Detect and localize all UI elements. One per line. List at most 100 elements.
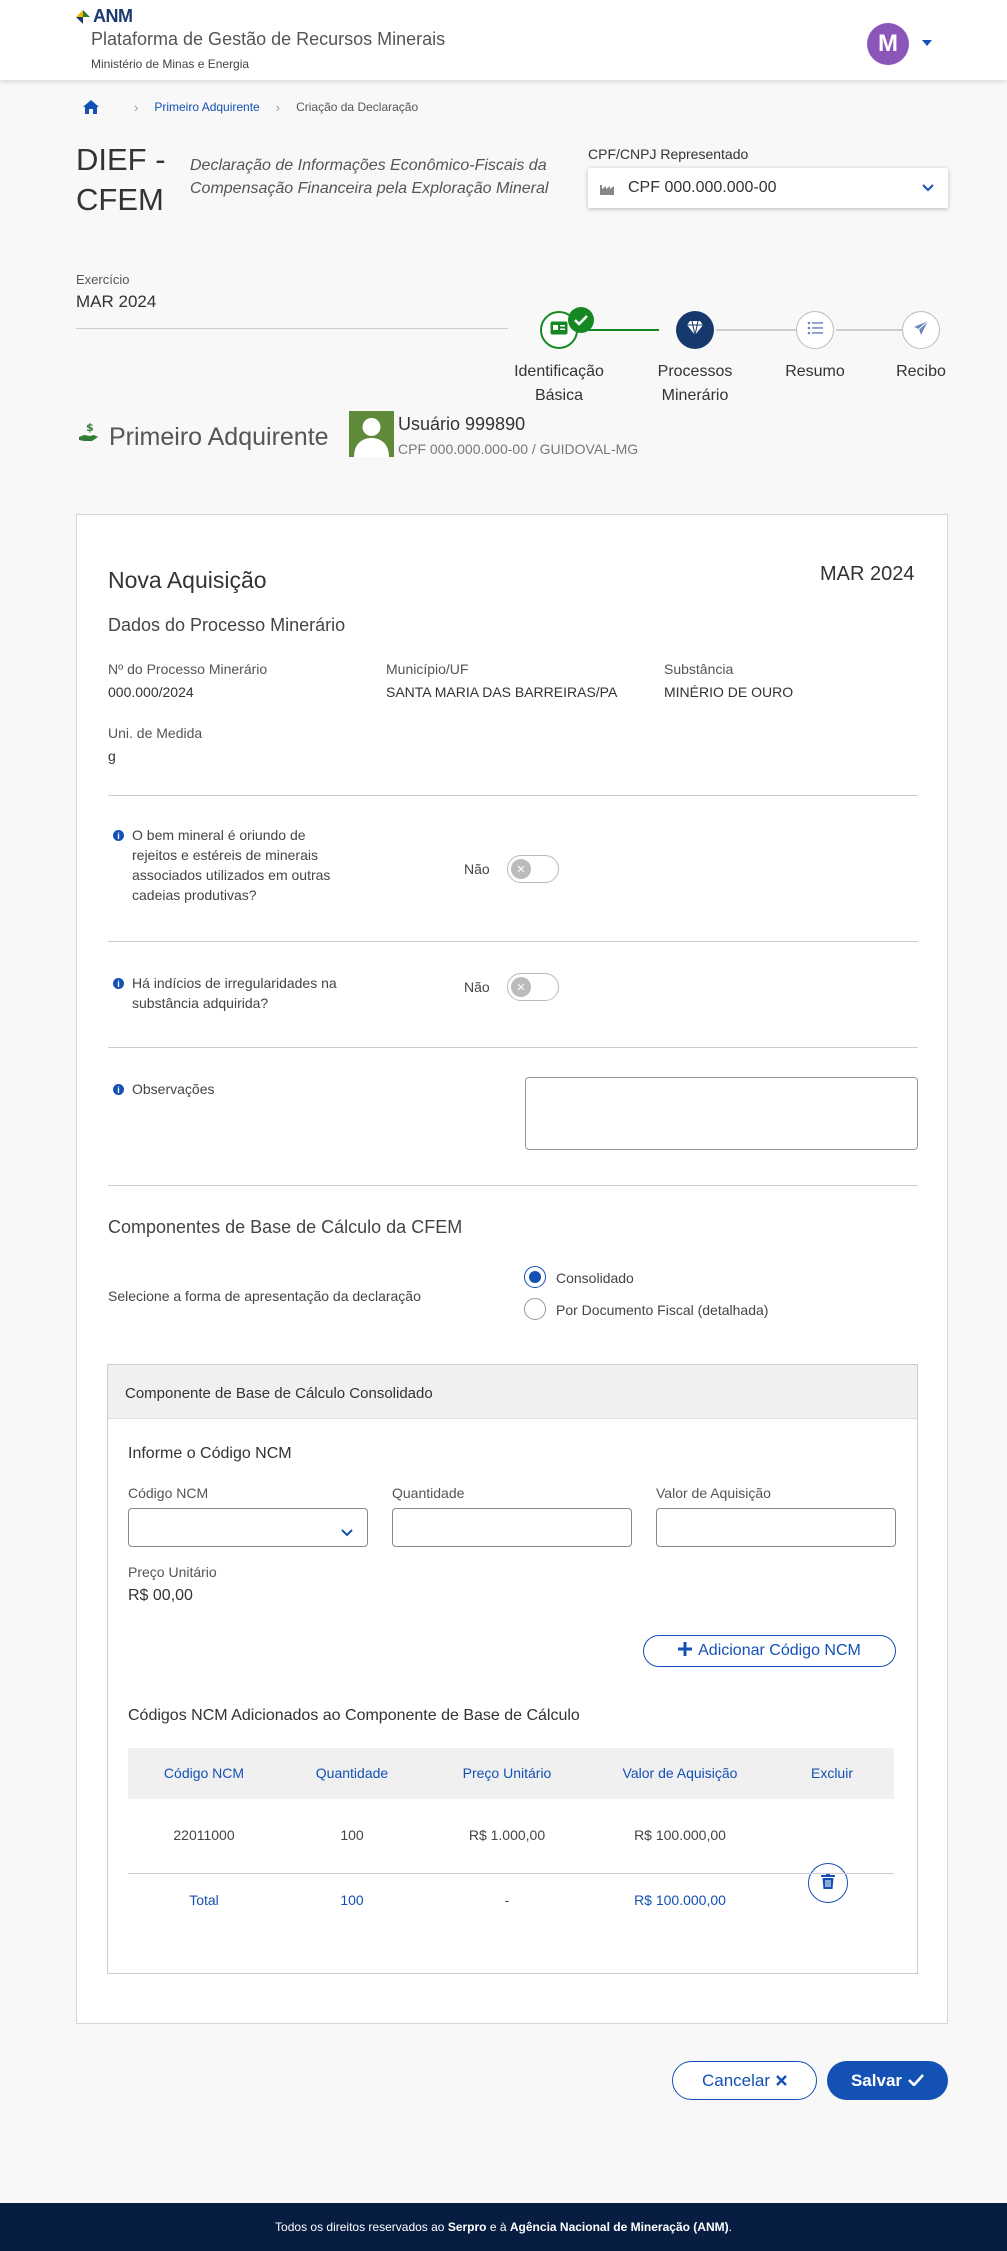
form-title: Nova Aquisição xyxy=(108,567,267,593)
cell-preco-unitario: R$ 1.000,00 xyxy=(468,1827,546,1843)
app-header: ANM Plataforma de Gestão de Recursos Min… xyxy=(0,0,1007,80)
info-icon: i xyxy=(113,830,124,841)
unidade-value: g xyxy=(108,748,116,764)
total-quantidade: 100 xyxy=(340,1892,364,1908)
step-resumo[interactable] xyxy=(796,311,834,349)
radio-documento-fiscal[interactable] xyxy=(524,1298,546,1320)
informe-title: Informe o Código NCM xyxy=(128,1445,292,1462)
step-processos[interactable] xyxy=(676,311,714,349)
breadcrumb-primeiro-adquirente[interactable]: Primeiro Adquirente xyxy=(154,100,259,114)
substancia-label: Substância xyxy=(664,661,734,677)
total-label: Total xyxy=(189,1892,219,1908)
info-icon: i xyxy=(113,978,124,989)
footer-prefix: Todos os direitos reservados ao xyxy=(275,2220,445,2234)
footer-serpro: Serpro xyxy=(447,2220,487,2234)
ncm-table-title: Códigos NCM Adicionados ao Componente de… xyxy=(128,1707,580,1724)
divider xyxy=(108,1185,918,1186)
unidade-label: Uni. de Medida xyxy=(108,725,203,741)
exercicio-value: MAR 2024 xyxy=(76,292,157,311)
page-footer: Todos os direitos reservados ao Serpro e… xyxy=(0,2203,1007,2251)
cell-valor-aquisicao: R$ 100.000,00 xyxy=(634,1827,726,1843)
question-rejeitos: O bem mineral é oriundo de rejeitos e est… xyxy=(132,827,331,903)
ncm-table-header: Código NCM Quantidade Preço Unitário Val… xyxy=(128,1748,894,1799)
hand-money-icon: $ xyxy=(78,421,100,445)
breadcrumb: › Primeiro Adquirente › Criação da Decla… xyxy=(82,99,418,115)
quantidade-label: Quantidade xyxy=(392,1485,465,1501)
step-connector xyxy=(836,329,902,331)
add-ncm-button[interactable]: Adicionar Código NCM xyxy=(643,1635,896,1667)
home-icon[interactable] xyxy=(82,99,100,115)
user-avatar xyxy=(349,411,394,457)
section-title: Dados do Processo Minerário xyxy=(108,615,346,635)
col-preco-unitario[interactable]: Preço Unitário xyxy=(424,1765,590,1781)
col-codigo-ncm[interactable]: Código NCM xyxy=(128,1765,280,1781)
col-valor-aquisicao[interactable]: Valor de Aquisição xyxy=(590,1765,770,1781)
step-label-recibo: Recibo xyxy=(896,363,946,380)
user-cpf: CPF 000.000.000-00 / GUIDOVAL-MG xyxy=(398,441,639,457)
close-icon xyxy=(776,2071,787,2091)
cpf-select-value: CPF 000.000.000-00 xyxy=(628,179,777,196)
step-recibo[interactable] xyxy=(902,311,940,349)
ministry-name: Ministério de Minas e Energia xyxy=(91,57,250,71)
radio-consolidado-label: Consolidado xyxy=(556,1270,634,1286)
radio-documento-fiscal-label: Por Documento Fiscal (detalhada) xyxy=(556,1302,769,1318)
save-button[interactable]: Salvar xyxy=(827,2061,948,2100)
step-connector xyxy=(716,329,796,331)
svg-text:$: $ xyxy=(86,421,94,434)
close-icon: ✕ xyxy=(511,977,531,997)
footer-middle: e à xyxy=(489,2220,507,2234)
observacoes-label: Observações xyxy=(132,1081,215,1097)
list-icon xyxy=(807,321,823,340)
close-icon: ✕ xyxy=(511,859,531,879)
valor-aquisicao-label: Valor de Aquisição xyxy=(656,1485,771,1501)
observacoes-textarea[interactable] xyxy=(525,1077,918,1150)
anm-logo-icon xyxy=(76,9,90,24)
codigo-ncm-select[interactable] xyxy=(128,1508,368,1547)
preco-unitario-value: R$ 00,00 xyxy=(128,1587,193,1604)
step-label-processos: Processos Minerário xyxy=(657,363,733,404)
avatar[interactable]: M xyxy=(867,23,909,65)
exercicio-label: Exercício xyxy=(76,272,130,287)
total-valor-aquisicao: R$ 100.000,00 xyxy=(634,1892,726,1908)
consolidado-header-text: Componente de Base de Cálculo Consolidad… xyxy=(125,1385,433,1402)
chevron-down-icon[interactable] xyxy=(922,40,932,46)
divider xyxy=(76,328,508,329)
cell-quantidade: 100 xyxy=(340,1827,364,1843)
adquirente-title: Primeiro Adquirente xyxy=(109,423,329,451)
plus-icon xyxy=(678,1641,693,1661)
preco-unitario-label: Preço Unitário xyxy=(128,1564,217,1580)
step-label-identificacao: Identificação Básica xyxy=(514,363,604,404)
breadcrumb-current: Criação da Declaração xyxy=(296,100,419,114)
col-excluir: Excluir xyxy=(810,1765,853,1781)
check-icon xyxy=(568,307,594,333)
toggle-irregularidades-label: Não xyxy=(464,979,490,995)
col-quantidade[interactable]: Quantidade xyxy=(280,1765,424,1781)
user-name: Usuário 999890 xyxy=(398,414,526,434)
substancia-value: MINÉRIO DE OURO xyxy=(664,684,794,700)
consolidado-panel-header: Componente de Base de Cálculo Consolidad… xyxy=(108,1365,917,1419)
quantidade-input[interactable] xyxy=(392,1508,632,1547)
footer-anm: Agência Nacional de Mineração (ANM) xyxy=(509,2220,729,2234)
cancel-button[interactable]: Cancelar xyxy=(672,2061,817,2100)
chevron-down-icon xyxy=(922,179,934,197)
divider xyxy=(108,1047,918,1048)
diamond-icon xyxy=(686,320,704,341)
componentes-title: Componentes de Base de Cálculo da CFEM xyxy=(108,1217,463,1237)
cpf-label: CPF/CNPJ Representado xyxy=(588,146,749,162)
logo-text: ANM xyxy=(93,6,133,26)
processo-label: Nº do Processo Minerário xyxy=(108,661,268,677)
consolidado-panel: Componente de Base de Cálculo Consolidad… xyxy=(107,1364,918,1974)
breadcrumb-separator: › xyxy=(275,99,281,115)
chevron-down-icon xyxy=(341,1524,353,1542)
factory-icon xyxy=(600,182,614,195)
toggle-irregularidades[interactable]: ✕ xyxy=(507,973,559,1001)
toggle-rejeitos[interactable]: ✕ xyxy=(507,855,559,883)
processo-value: 000.000/2024 xyxy=(108,684,194,700)
form-card: Nova Aquisição MAR 2024 Dados do Process… xyxy=(76,514,948,2024)
valor-aquisicao-input[interactable] xyxy=(656,1508,896,1547)
footer-suffix: . xyxy=(728,2220,732,2234)
send-icon xyxy=(913,320,929,341)
anm-logo[interactable]: ANM xyxy=(76,6,133,27)
cpf-select[interactable]: CPF 000.000.000-00 xyxy=(588,168,948,208)
radio-consolidado[interactable] xyxy=(524,1266,546,1288)
